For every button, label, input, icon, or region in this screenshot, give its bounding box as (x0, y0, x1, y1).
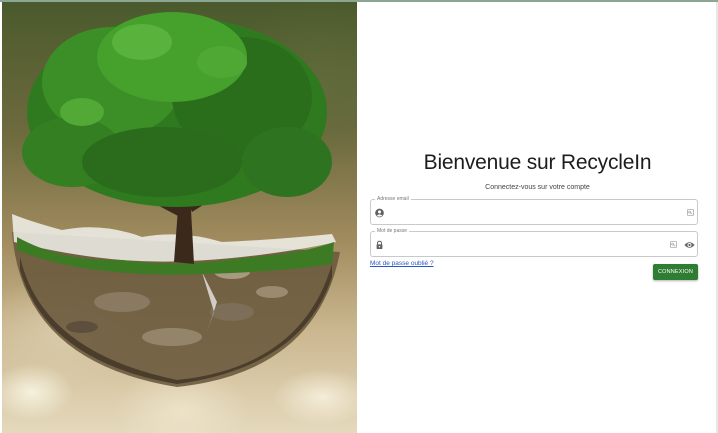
password-input[interactable] (387, 237, 667, 252)
account-circle-icon (375, 208, 384, 218)
password-field[interactable]: Mot de passe (370, 228, 698, 257)
hero-image (2, 2, 357, 433)
email-field[interactable]: Adresse email (370, 196, 698, 225)
email-field-label: Adresse email (375, 196, 411, 202)
password-field-label: Mot de passe (375, 228, 410, 234)
email-input[interactable] (387, 205, 667, 220)
key-icon[interactable] (687, 209, 694, 216)
page-subtitle: Connectez-vous sur votre compte (485, 184, 590, 191)
login-panel: Bienvenue sur RecycleIn Connectez-vous s… (357, 2, 718, 433)
key-icon[interactable] (670, 241, 677, 248)
login-button[interactable]: CONNEXION (653, 264, 698, 280)
lock-icon (376, 240, 383, 250)
eye-icon[interactable] (684, 240, 695, 250)
page-title: Bienvenue sur RecycleIn (423, 151, 652, 174)
forgot-password-link[interactable]: Mot de passe oublié ? (370, 260, 434, 267)
tree-globe-illustration (12, 12, 340, 387)
